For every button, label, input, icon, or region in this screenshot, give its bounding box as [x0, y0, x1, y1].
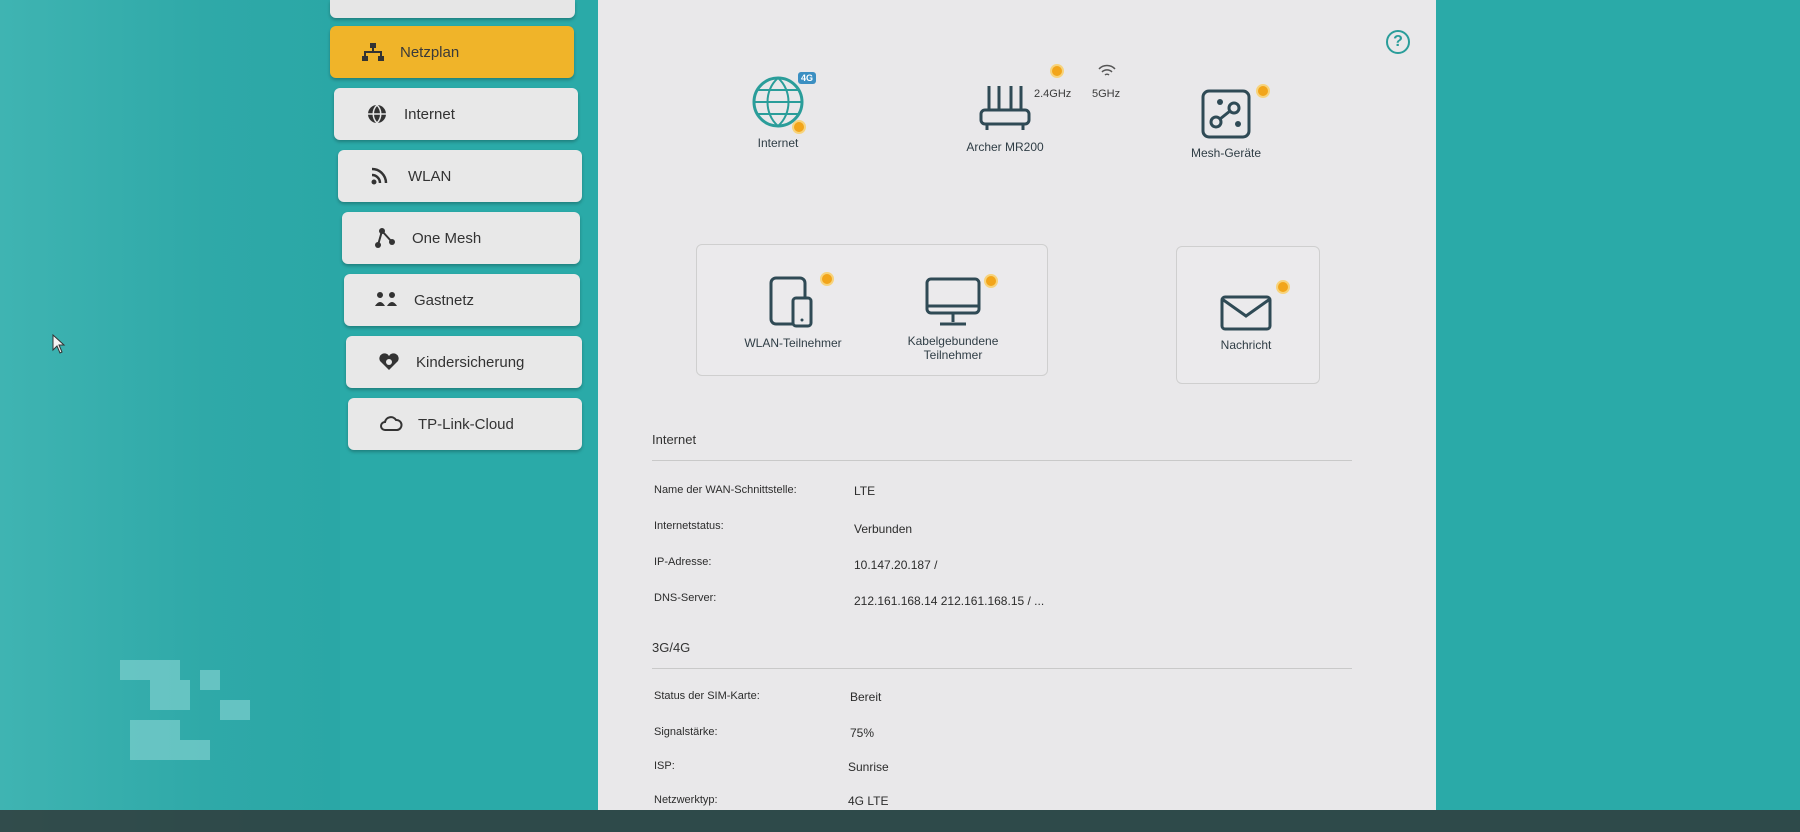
status-badge — [984, 274, 998, 288]
parental-heart-icon — [376, 351, 402, 373]
router-icon — [979, 86, 1031, 130]
freq-24ghz-label: 2.4GHz — [1034, 88, 1072, 100]
sidebar-item-label: WLAN — [408, 167, 452, 185]
dns-server-label: DNS-Server: — [654, 592, 717, 604]
sidebar-item-partial[interactable] — [330, 0, 575, 18]
sidebar-item-label: TP-Link-Cloud — [418, 415, 514, 433]
device-internet[interactable]: Internet — [738, 74, 818, 150]
sim-status-label: Status der SIM-Karte: — [654, 690, 760, 702]
isp-value: Sunrise — [848, 760, 889, 774]
dns-server-value: 212.161.168.14 212.161.168.15 / ... — [854, 594, 1045, 608]
sidebar-item-label: Kindersicherung — [416, 353, 525, 371]
internet-section-title: Internet — [652, 432, 697, 447]
guests-icon — [374, 289, 400, 311]
status-badge — [1276, 280, 1290, 294]
isp-label: ISP: — [654, 760, 675, 772]
wifi-5ghz-icon — [1098, 64, 1116, 83]
badge-4g: 4G — [798, 72, 817, 84]
sidebar-item-one-mesh[interactable]: One Mesh — [342, 212, 580, 264]
device-label: Internet — [757, 136, 799, 150]
sidebar-item-internet[interactable]: Internet — [334, 88, 578, 140]
ip-address-label: IP-Adresse: — [654, 556, 712, 568]
section-divider — [652, 460, 1352, 461]
mesh-icon — [372, 227, 398, 249]
monitor-icon — [925, 277, 981, 326]
sidebar-item-label: Gastnetz — [414, 291, 475, 309]
device-wlan-clients[interactable]: WLAN-Teilnehmer — [738, 274, 848, 350]
device-label: Kabelgebundene Teilnehmer — [907, 334, 999, 362]
wifi-24-status-badge — [1050, 64, 1064, 78]
sidebar-item-kindersicherung[interactable]: Kindersicherung — [346, 336, 582, 388]
wifi-icon — [368, 165, 394, 187]
ip-address-value: 10.147.20.187 / — [854, 558, 938, 572]
internet-status-value: Verbunden — [854, 522, 913, 536]
wan-interface-label: Name der WAN-Schnittstelle: — [654, 484, 797, 496]
tablet-phone-icon — [769, 276, 813, 328]
sidebar-item-gastnetz[interactable]: Gastnetz — [344, 274, 580, 326]
network-map-icon — [360, 41, 386, 63]
network-type-label: Netzwerktyp: — [654, 794, 718, 806]
sidebar-item-wlan[interactable]: WLAN — [338, 150, 582, 202]
network-type-value: 4G LTE — [848, 794, 889, 808]
sidebar-item-tp-link-cloud[interactable]: TP-Link-Cloud — [348, 398, 582, 450]
device-label: WLAN-Teilnehmer — [744, 336, 842, 350]
envelope-icon — [1220, 295, 1272, 331]
sidebar-item-label: Netzplan — [400, 43, 460, 61]
section-divider — [652, 668, 1352, 669]
sim-status-value: Bereit — [850, 690, 882, 704]
device-label: Archer MR200 — [966, 140, 1044, 154]
device-label: Mesh-Geräte — [1190, 146, 1262, 160]
help-icon[interactable]: ? — [1386, 30, 1410, 54]
status-badge — [1256, 84, 1270, 98]
status-badge — [792, 120, 806, 134]
freq-5ghz-label: 5GHz — [1092, 88, 1121, 100]
sidebar-item-netzplan[interactable]: Netzplan — [330, 26, 574, 78]
mesh-devices-icon — [1201, 89, 1251, 139]
taskbar-edge — [0, 810, 1800, 832]
globe-icon — [364, 103, 390, 125]
internet-status-label: Internetstatus: — [654, 520, 724, 532]
wan-interface-value: LTE — [854, 484, 876, 498]
lte-section-title: 3G/4G — [652, 640, 691, 655]
background-pixel-pattern — [120, 660, 320, 810]
signal-strength-value: 75% — [850, 726, 875, 740]
status-badge — [820, 272, 834, 286]
cloud-icon — [378, 413, 404, 435]
device-label: Nachricht — [1220, 338, 1272, 352]
sidebar-item-label: Internet — [404, 105, 455, 123]
device-mesh[interactable]: Mesh-Geräte — [1176, 88, 1276, 160]
device-wired-clients[interactable]: Kabelgebundene Teilnehmer — [898, 276, 1008, 362]
device-message[interactable]: Nachricht — [1196, 294, 1296, 352]
sidebar-item-label: One Mesh — [412, 229, 482, 247]
signal-strength-label: Signalstärke: — [654, 726, 718, 738]
